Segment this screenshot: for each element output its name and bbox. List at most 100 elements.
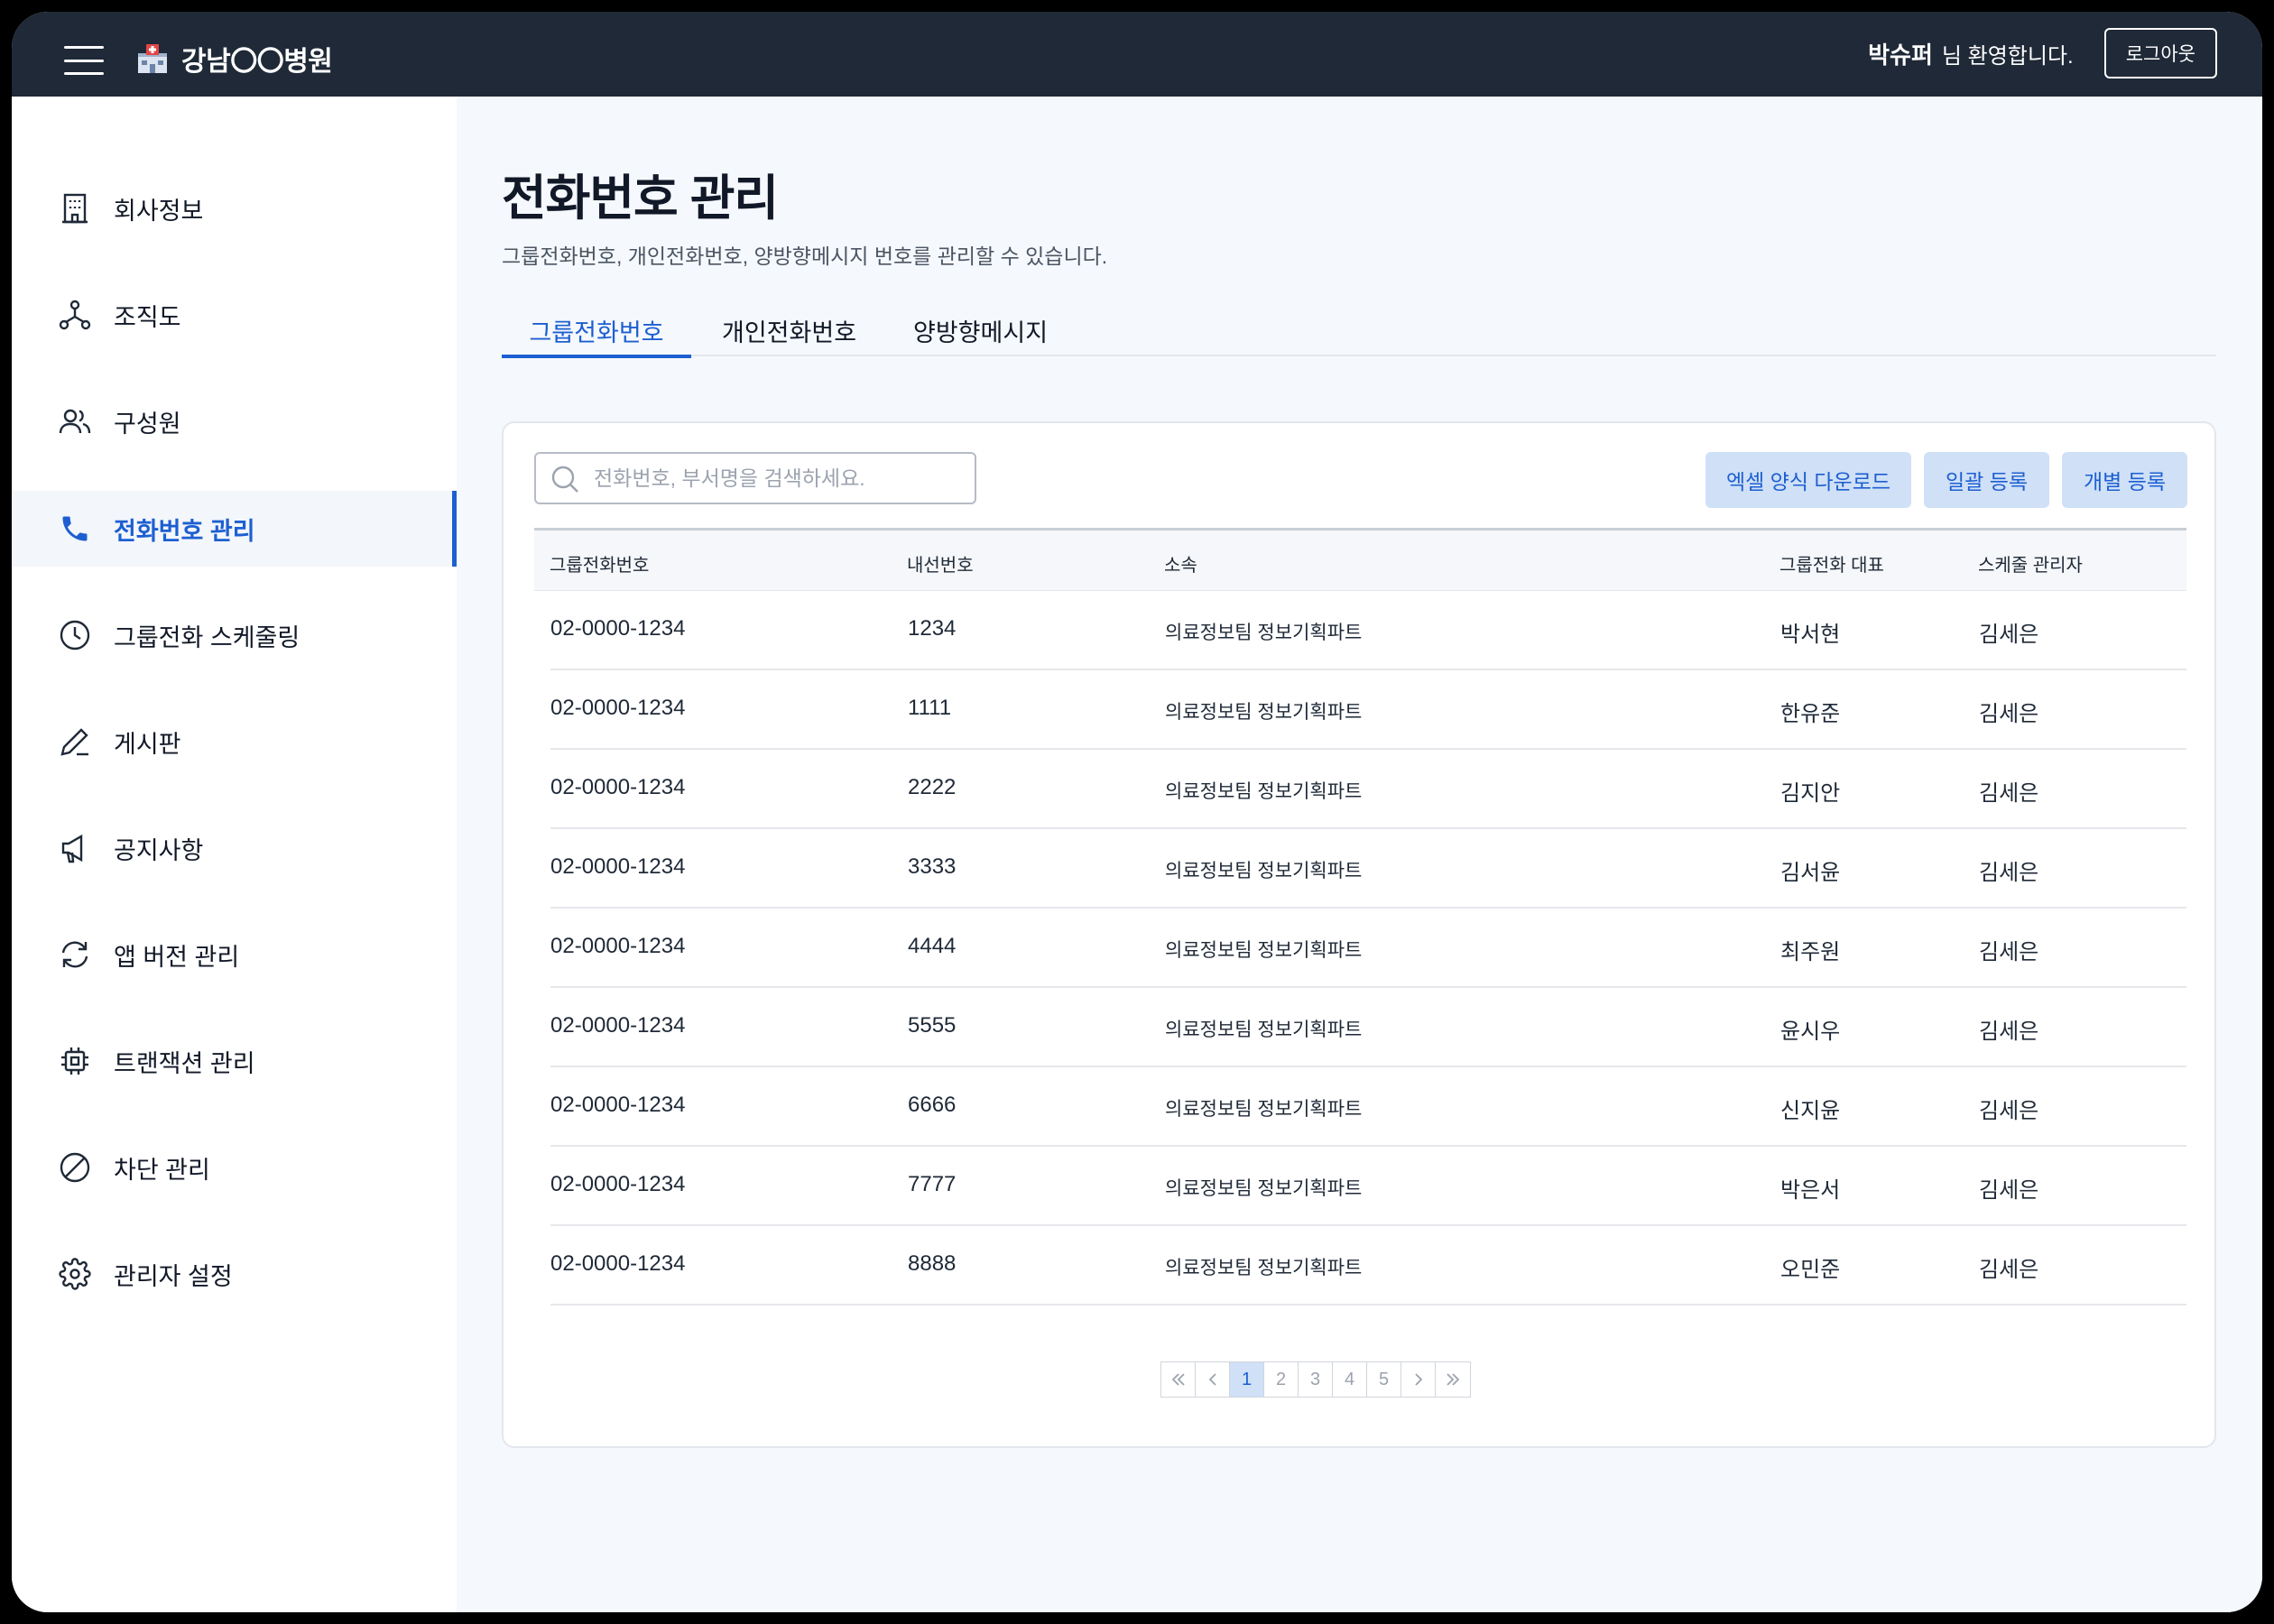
- block-icon: [59, 1151, 91, 1184]
- table-row[interactable]: 02-0000-1234 6666 의료정보팀 정보기획파트 신지윤 김세은: [550, 1067, 2186, 1147]
- gear-icon: [59, 1258, 91, 1290]
- table-cell: 2222: [908, 775, 957, 799]
- table-cell: 의료정보팀 정보기획파트: [1165, 781, 1363, 802]
- table-row[interactable]: 02-0000-1234 2222 의료정보팀 정보기획파트 김지안 김세은: [550, 750, 2186, 829]
- column-header[interactable]: 소속: [1164, 550, 1197, 577]
- table-cell: 1234: [908, 616, 957, 641]
- table-cell: 김서윤: [1780, 861, 1841, 885]
- phone-list-card: 엑셀 양식 다운로드 일괄 등록 개별 등록 그룹전화번호 내선번호 소속 그룹…: [502, 421, 2216, 1448]
- sidebar-item-org-chart[interactable]: 조직도: [12, 277, 457, 353]
- sidebar-item-group-schedule[interactable]: 그룹전화 스케줄링: [12, 597, 457, 673]
- page-button[interactable]: 4: [1333, 1362, 1367, 1397]
- first-page-icon[interactable]: [1161, 1362, 1196, 1397]
- top-header: 강남〇〇병원 박슈퍼 님 환영합니다. 로그아웃: [12, 12, 2262, 97]
- sidebar-item-label: 트랜잭션 관리: [114, 1049, 255, 1077]
- page-button[interactable]: 5: [1367, 1362, 1401, 1397]
- sidebar-item-label: 관리자 설정: [114, 1262, 233, 1290]
- tab-bar: 그룹전화번호 개인전화번호 양방향메시지: [502, 304, 2216, 358]
- phone-icon: [59, 512, 91, 545]
- last-page-icon[interactable]: [1436, 1362, 1470, 1397]
- sidebar-item-app-version[interactable]: 앱 버전 관리: [12, 917, 457, 992]
- table-cell: 02-0000-1234: [550, 775, 686, 799]
- sidebar-item-label: 전화번호 관리: [114, 517, 255, 545]
- single-register-button[interactable]: 개별 등록: [2062, 452, 2187, 508]
- table-cell: 의료정보팀 정보기획파트: [1165, 1099, 1363, 1120]
- table-cell: 김세은: [1979, 1020, 2039, 1044]
- org-chart-icon: [59, 299, 91, 331]
- table-cell: 김세은: [1979, 1258, 2039, 1282]
- table-cell: 1111: [908, 696, 952, 720]
- excel-download-button[interactable]: 엑셀 양식 다운로드: [1706, 452, 1911, 508]
- prev-page-icon[interactable]: [1196, 1362, 1230, 1397]
- search-box[interactable]: [534, 452, 976, 504]
- megaphone-icon: [59, 832, 91, 864]
- table-cell: 8888: [908, 1251, 957, 1276]
- sidebar-item-label: 회사정보: [114, 197, 204, 225]
- refresh-icon: [59, 938, 91, 971]
- users-icon: [59, 405, 91, 438]
- table-cell: 의료정보팀 정보기획파트: [1165, 623, 1363, 643]
- next-page-icon[interactable]: [1401, 1362, 1436, 1397]
- table-row[interactable]: 02-0000-1234 3333 의료정보팀 정보기획파트 김서윤 김세은: [550, 829, 2186, 909]
- page-button[interactable]: 2: [1264, 1362, 1299, 1397]
- sidebar-item-transactions[interactable]: 트랜잭션 관리: [12, 1023, 457, 1099]
- column-header[interactable]: 스케줄 관리자: [1978, 550, 2083, 577]
- table-cell: 02-0000-1234: [550, 854, 686, 879]
- table-cell: 의료정보팀 정보기획파트: [1165, 861, 1363, 881]
- sidebar-item-notices[interactable]: 공지사항: [12, 810, 457, 886]
- table-cell: 김세은: [1979, 702, 2039, 726]
- hospital-icon: [134, 42, 171, 75]
- sidebar-item-members[interactable]: 구성원: [12, 383, 457, 459]
- table-cell: 의료정보팀 정보기획파트: [1165, 1258, 1363, 1278]
- sidebar-item-label: 구성원: [114, 410, 181, 438]
- table-cell: 02-0000-1234: [550, 934, 686, 958]
- clock-icon: [59, 619, 91, 651]
- sidebar-item-company-info[interactable]: 회사정보: [12, 171, 457, 246]
- sidebar-item-label: 조직도: [114, 303, 181, 331]
- table-cell: 3333: [908, 854, 957, 879]
- page-button[interactable]: 1: [1230, 1362, 1264, 1397]
- brand[interactable]: 강남〇〇병원: [134, 39, 333, 78]
- sidebar-item-label: 공지사항: [114, 836, 204, 864]
- sidebar-item-board[interactable]: 게시판: [12, 704, 457, 780]
- table-cell: 4444: [908, 934, 957, 958]
- logout-button[interactable]: 로그아웃: [2103, 28, 2217, 78]
- sidebar-item-admin-settings[interactable]: 관리자 설정: [12, 1236, 457, 1312]
- table-row[interactable]: 02-0000-1234 7777 의료정보팀 정보기획파트 박은서 김세은: [550, 1147, 2186, 1226]
- table-cell: 한유준: [1780, 702, 1841, 726]
- menu-icon[interactable]: [64, 46, 104, 75]
- sidebar-item-phone-management[interactable]: 전화번호 관리: [12, 491, 457, 567]
- bulk-register-button[interactable]: 일괄 등록: [1924, 452, 2049, 508]
- page-button[interactable]: 3: [1299, 1362, 1333, 1397]
- table-cell: 김세은: [1979, 623, 2039, 647]
- table-cell: 5555: [908, 1013, 957, 1038]
- table-cell: 김세은: [1979, 1178, 2039, 1203]
- table-row[interactable]: 02-0000-1234 1111 의료정보팀 정보기획파트 한유준 김세은: [550, 670, 2186, 750]
- table-cell: 윤시우: [1780, 1020, 1841, 1044]
- table-row[interactable]: 02-0000-1234 4444 의료정보팀 정보기획파트 최주원 김세은: [550, 909, 2186, 988]
- table-row[interactable]: 02-0000-1234 1234 의료정보팀 정보기획파트 박서현 김세은: [550, 591, 2186, 670]
- search-icon: [550, 465, 579, 494]
- table-cell: 의료정보팀 정보기획파트: [1165, 702, 1363, 723]
- table-cell: 02-0000-1234: [550, 1093, 686, 1117]
- search-input[interactable]: [594, 463, 955, 494]
- welcome-suffix: 님 환영합니다.: [1941, 43, 2074, 69]
- table-cell: 최주원: [1780, 940, 1841, 964]
- table-cell: 02-0000-1234: [550, 616, 686, 641]
- sidebar-item-block-management[interactable]: 차단 관리: [12, 1130, 457, 1205]
- tab-two-way-message[interactable]: 양방향메시지: [913, 304, 1048, 356]
- tab-personal-phone[interactable]: 개인전화번호: [722, 304, 856, 356]
- column-header[interactable]: 그룹전화 대표: [1779, 550, 1884, 577]
- table-row[interactable]: 02-0000-1234 5555 의료정보팀 정보기획파트 윤시우 김세은: [550, 988, 2186, 1067]
- welcome-message: 박슈퍼 님 환영합니다.: [1868, 37, 2074, 70]
- table-cell: 02-0000-1234: [550, 1013, 686, 1038]
- table-row[interactable]: 02-0000-1234 8888 의료정보팀 정보기획파트 오민준 김세은: [550, 1226, 2186, 1306]
- column-header[interactable]: 그룹전화번호: [550, 550, 649, 577]
- sidebar-item-label: 그룹전화 스케줄링: [114, 623, 300, 651]
- table-cell: 02-0000-1234: [550, 1172, 686, 1196]
- column-header[interactable]: 내선번호: [907, 550, 974, 577]
- tab-group-phone[interactable]: 그룹전화번호: [502, 304, 691, 358]
- pen-icon: [59, 725, 91, 758]
- sidebar-item-label: 차단 관리: [114, 1156, 210, 1184]
- sidebar-item-label: 게시판: [114, 730, 181, 758]
